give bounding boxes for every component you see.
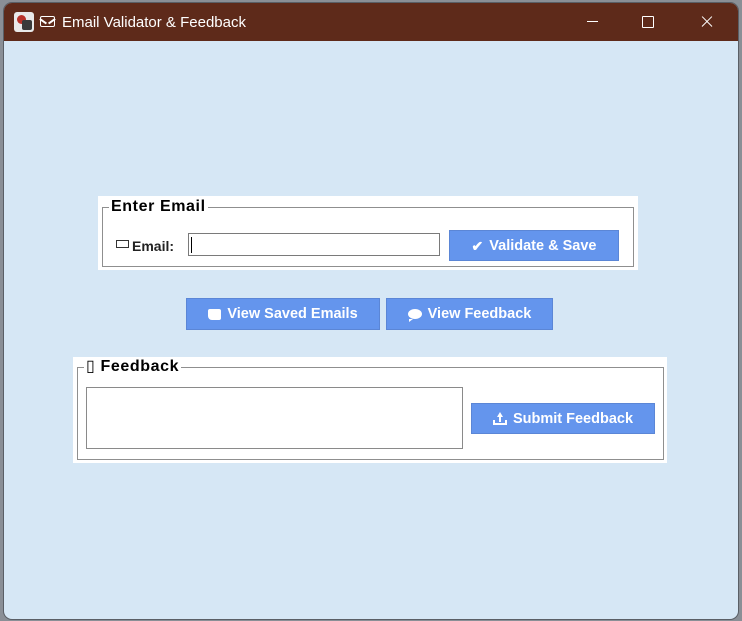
email-section-title: Enter Email bbox=[109, 198, 208, 216]
envelope-icon bbox=[116, 240, 129, 248]
minimize-button[interactable] bbox=[570, 3, 616, 41]
window-title: Email Validator & Feedback bbox=[62, 14, 246, 31]
feedback-section-title: ▯ Feedback bbox=[84, 358, 182, 376]
text-caret bbox=[191, 237, 192, 253]
view-feedback-button[interactable]: View Feedback bbox=[386, 298, 553, 330]
feedback-panel: ▯ Feedback Submit Feedback bbox=[73, 357, 667, 463]
validate-save-label: Validate & Save bbox=[489, 237, 597, 254]
scroll-icon bbox=[208, 308, 222, 320]
view-feedback-label: View Feedback bbox=[427, 306, 532, 322]
email-input[interactable] bbox=[188, 233, 440, 256]
email-label: Email: bbox=[132, 238, 175, 254]
app-icon bbox=[14, 12, 34, 32]
submit-feedback-label: Submit Feedback bbox=[512, 410, 634, 427]
app-window: Email Validator & Feedback Enter Email E… bbox=[4, 3, 738, 619]
feedback-textarea[interactable] bbox=[86, 387, 463, 449]
title-bar[interactable]: Email Validator & Feedback bbox=[4, 3, 738, 41]
validate-save-button[interactable]: ✔ Validate & Save bbox=[449, 230, 619, 261]
view-saved-emails-button[interactable]: View Saved Emails bbox=[186, 298, 380, 330]
close-button[interactable] bbox=[684, 3, 730, 41]
maximize-button[interactable] bbox=[625, 3, 671, 41]
envelope-icon bbox=[40, 16, 55, 27]
email-panel: Enter Email Email: ✔ Validate & Save bbox=[98, 196, 638, 270]
check-icon: ✔ bbox=[471, 237, 484, 254]
speech-bubble-icon bbox=[407, 309, 422, 322]
submit-feedback-button[interactable]: Submit Feedback bbox=[471, 403, 655, 434]
upload-icon bbox=[492, 412, 507, 425]
feedback-legend-icon: ▯ bbox=[86, 358, 96, 375]
view-saved-emails-label: View Saved Emails bbox=[227, 306, 358, 322]
